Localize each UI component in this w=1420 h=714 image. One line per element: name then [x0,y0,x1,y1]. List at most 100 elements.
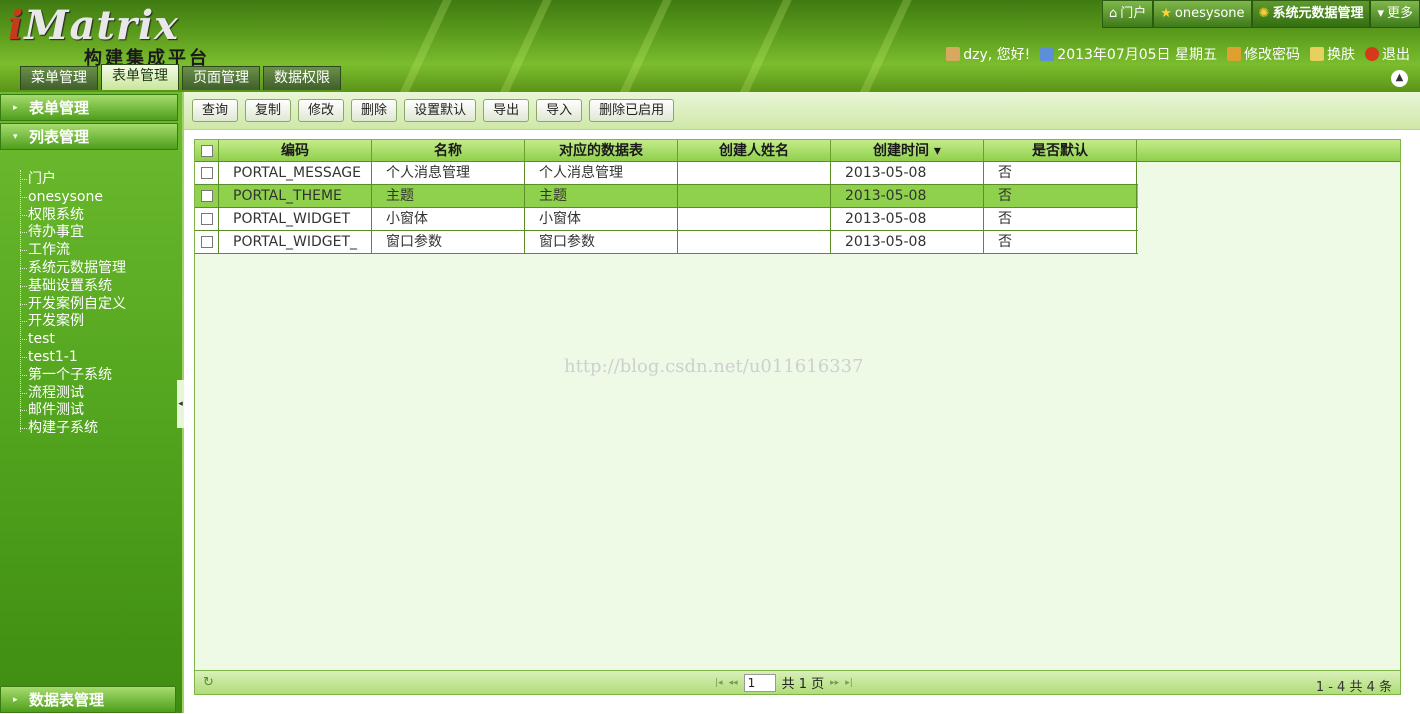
table-cell: 小窗体 [525,208,678,230]
user-icon [946,47,961,61]
tab-form-management[interactable]: 表单管理 [101,64,179,90]
dropdown-icon: ▾ [1377,6,1384,21]
column-header-code[interactable]: 编码 [219,140,372,161]
tree-item[interactable]: 第一个子系统 [18,366,182,384]
page-input[interactable]: 1 [743,673,776,692]
change-password-link[interactable]: 修改密码 [1227,44,1300,64]
toolbar-button[interactable]: 删除 [351,99,398,122]
calendar-icon [1040,47,1055,61]
change-skin-link[interactable]: 换肤 [1310,44,1355,64]
table-cell: 否 [984,231,1137,253]
table-cell: 主题 [372,185,525,207]
table-cell: 窗口参数 [372,231,525,253]
column-header-default[interactable]: 是否默认 [984,140,1137,161]
tree-item[interactable]: 待办事宜 [18,223,182,241]
grass-decoration [610,0,678,92]
toolbar-button[interactable]: 修改 [298,99,345,122]
total-pages: 共 1 页 [781,677,825,692]
tree-item[interactable]: 系统元数据管理 [18,259,182,277]
tree-item[interactable]: 基础设置系统 [18,277,182,295]
column-header-name[interactable]: 名称 [372,140,525,161]
table-cell: 小窗体 [372,208,525,230]
logout-link[interactable]: 退出 [1365,44,1410,64]
tab-data-permission[interactable]: 数据权限 [263,66,341,90]
main-content: 查询 复制 修改 删除 设置默认 导出 导入 删除已启用 编码 名称 对应的数据表 创建人姓名… [184,92,1420,713]
tree-item[interactable]: 构建子系统 [18,419,182,437]
record-summary: 1 - 4 共 4 条 [1315,680,1392,695]
table-cell: PORTAL_WIDGET_ [219,231,372,253]
table-cell: 否 [984,162,1137,184]
table-cell: 2013-05-08 [831,185,984,207]
sidebar-section-datatable[interactable]: ▸ 数据表管理 [0,686,176,713]
more-shortcut[interactable]: ▾ 更多 [1370,0,1420,28]
row-checkbox[interactable] [195,185,219,207]
table-cell: 否 [984,185,1137,207]
tree-item[interactable]: test1-1 [18,348,182,366]
toolbar-button[interactable]: 复制 [245,99,292,122]
toolbar-button[interactable]: 设置默认 [404,99,477,122]
metadata-shortcut[interactable]: ✺ 系统元数据管理 [1251,0,1371,28]
collapse-header-icon[interactable]: ▲ [1391,70,1408,87]
tree-item[interactable]: 开发案例自定义 [18,295,182,313]
table-cell: PORTAL_MESSAGE [219,162,372,184]
system-tree: 门户 onesysone 权限系统 待办事宜 工作流 系统元数据管理 基础设置系统 开发案例自… [0,170,182,437]
table-cell [678,162,831,184]
table-cell: 2013-05-08 [831,162,984,184]
toolbar-button[interactable]: 查询 [192,99,239,122]
table-row[interactable]: PORTAL_WIDGET 小窗体 小窗体 2013-05-08 否 [195,208,1138,231]
tree-item[interactable]: 门户 [18,170,182,188]
caret-down-icon: ▾ [13,132,18,142]
table-row[interactable]: PORTAL_MESSAGE 个人消息管理 个人消息管理 2013-05-08 否 [195,162,1138,185]
table-row[interactable]: PORTAL_WIDGET_ 窗口参数 窗口参数 2013-05-08 否 [195,231,1138,254]
refresh-icon[interactable]: ↻ [203,675,214,690]
table-cell: 窗口参数 [525,231,678,253]
gear-icon: ✺ [1258,6,1270,21]
last-page-icon[interactable]: ▸| [845,678,853,688]
toolbar-button[interactable]: 删除已启用 [589,99,675,122]
tree-item[interactable]: test [18,330,182,348]
pager: ↻ |◂ ◂◂ 1 共 1 页 ▸▸ ▸| 1 - 4 共 4 条 [195,670,1400,695]
current-date: 2013年07月05日 星期五 [1040,44,1217,64]
toolbar-button[interactable]: 导入 [536,99,583,122]
grass-decoration [490,0,558,92]
column-header-creator[interactable]: 创建人姓名 [678,140,831,161]
table-row[interactable]: PORTAL_THEME 主题 主题 2013-05-08 否 [195,185,1138,208]
prev-page-icon[interactable]: ◂◂ [729,678,738,688]
app-header: iMatrix 构建集成平台 菜单管理 表单管理 页面管理 数据权限 ⌂ 门户 ★… [0,0,1420,92]
select-all-checkbox[interactable] [195,140,219,161]
onesysone-shortcut[interactable]: ★ onesysone [1153,0,1252,28]
portal-shortcut[interactable]: ⌂ 门户 [1101,0,1154,28]
top-tabs: 菜单管理 表单管理 页面管理 数据权限 [20,64,344,90]
grass-decoration [390,0,458,92]
tree-item[interactable]: 流程测试 [18,384,182,402]
row-checkbox[interactable] [195,231,219,253]
first-page-icon[interactable]: |◂ [715,678,723,688]
tree-item[interactable]: onesysone [18,188,182,206]
table-cell: 个人消息管理 [525,162,678,184]
tree-item[interactable]: 开发案例 [18,312,182,330]
grass-decoration [850,0,918,92]
tree-item[interactable]: 邮件测试 [18,401,182,419]
power-icon [1365,47,1379,61]
grid-body: PORTAL_MESSAGE 个人消息管理 个人消息管理 2013-05-08 否 POR… [195,162,1400,254]
next-page-icon[interactable]: ▸▸ [830,678,839,688]
star-icon: ★ [1160,6,1172,21]
tab-page-management[interactable]: 页面管理 [182,66,260,90]
user-bar: dzy, 您好! 2013年07月05日 星期五 修改密码 换肤 退出 [946,44,1410,64]
tab-menu-management[interactable]: 菜单管理 [20,66,98,90]
grid-header: 编码 名称 对应的数据表 创建人姓名 创建时间 ▾ 是否默认 [195,140,1400,162]
table-cell [678,231,831,253]
sidebar-section-form[interactable]: ▸ 表单管理 [0,94,178,121]
toolbar-button[interactable]: 导出 [483,99,530,122]
sidebar-section-list[interactable]: ▾ 列表管理 [0,123,178,150]
tree-item[interactable]: 权限系统 [18,206,182,224]
row-checkbox[interactable] [195,162,219,184]
tree-item[interactable]: 工作流 [18,241,182,259]
grass-decoration [730,0,798,92]
sidebar-toggle-icon[interactable]: ◂ [177,380,184,428]
column-header-table[interactable]: 对应的数据表 [525,140,678,161]
column-header-created[interactable]: 创建时间 ▾ [831,140,984,161]
data-grid: 编码 名称 对应的数据表 创建人姓名 创建时间 ▾ 是否默认 PORTAL_ME… [194,139,1401,695]
row-checkbox[interactable] [195,208,219,230]
toolbar: 查询 复制 修改 删除 设置默认 导出 导入 删除已启用 [184,92,1420,130]
